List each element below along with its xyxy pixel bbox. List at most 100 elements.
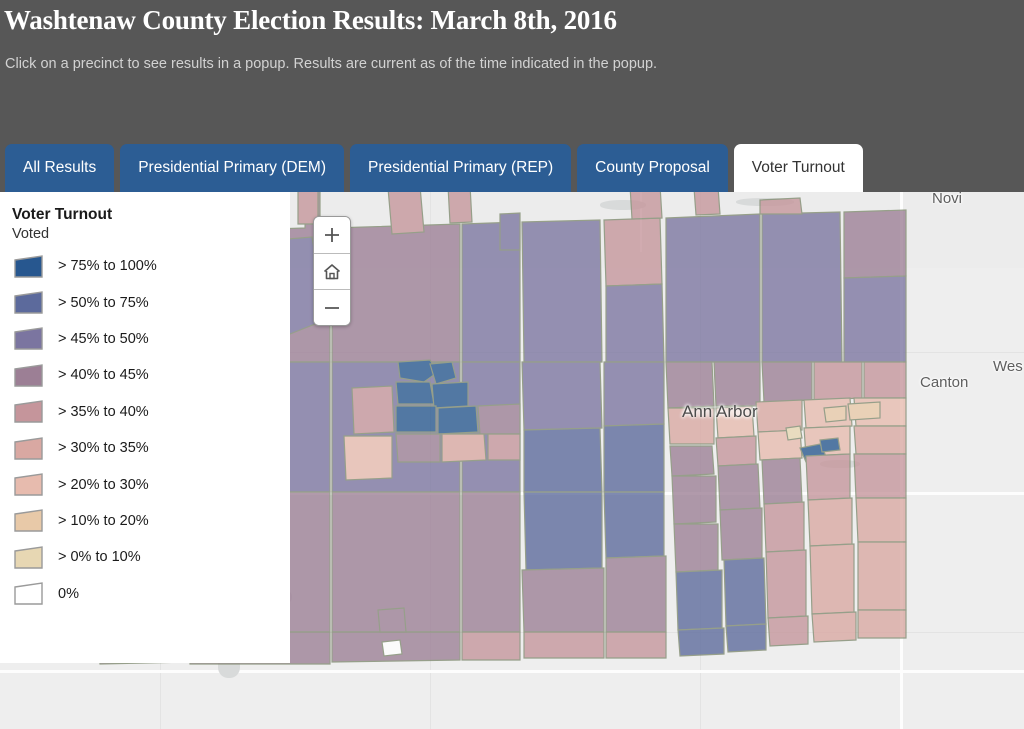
- precinct-polygon: [437, 405, 479, 435]
- precinct-polygon: [431, 381, 469, 409]
- precinct-polygon: [605, 555, 667, 633]
- precinct-polygon: [477, 403, 521, 435]
- tab-bar[interactable]: All Results Presidential Primary (DEM) Pre…: [0, 144, 863, 192]
- precinct-polygon: [523, 491, 603, 571]
- page-title: Washtenaw County Election Results: March…: [4, 5, 617, 35]
- precinct-polygon: [523, 631, 605, 659]
- precinct-polygon: [863, 361, 907, 399]
- precinct-polygon: [717, 463, 761, 511]
- precinct-polygon: [785, 425, 803, 441]
- precinct-polygon: [603, 217, 663, 287]
- precinct-polygon: [605, 283, 665, 363]
- precinct-polygon: [761, 457, 803, 505]
- legend-swatch-icon: [14, 582, 46, 605]
- legend-item-label: > 30% to 35%: [58, 440, 149, 457]
- precinct-polygon: [603, 491, 665, 559]
- precinct-polygon: [767, 615, 809, 647]
- legend-swatch-icon: [14, 473, 46, 496]
- legend-item: > 35% to 40%: [10, 394, 290, 430]
- precinct-polygon: [343, 435, 393, 481]
- precinct-polygon: [461, 491, 521, 633]
- precinct-polygon: [629, 192, 663, 220]
- legend-item-label: > 40% to 45%: [58, 367, 149, 384]
- precinct-polygon: [823, 405, 847, 423]
- legend-swatch-icon: [14, 546, 46, 569]
- map-zoom-controls[interactable]: [313, 216, 351, 326]
- legend-panel: Voter Turnout Voted > 75% to 100% > 50% t…: [0, 192, 290, 663]
- precinct-polygon: [853, 453, 907, 499]
- place-label-ann-arbor: Ann Arbor: [682, 402, 758, 421]
- precinct-polygon: [857, 541, 907, 611]
- precinct-polygon: [853, 425, 907, 455]
- precinct-polygon: [671, 475, 717, 525]
- legend-title: Voter Turnout: [12, 206, 113, 223]
- precinct-polygon: [675, 569, 723, 631]
- home-button[interactable]: [314, 253, 350, 289]
- tab-voter-turnout[interactable]: Voter Turnout: [733, 144, 863, 192]
- precinct-polygon: [763, 501, 805, 553]
- legend-item: > 40% to 45%: [10, 357, 290, 393]
- legend-subtitle: Voted: [12, 226, 50, 242]
- precinct-polygon: [441, 433, 487, 463]
- tab-all-results[interactable]: All Results: [5, 144, 115, 192]
- place-label-novi: Novi: [932, 192, 963, 207]
- precinct-polygon: [381, 639, 403, 657]
- precinct-polygon: [761, 211, 843, 363]
- precinct-polygon: [843, 275, 907, 363]
- tab-presidential-primary-rep[interactable]: Presidential Primary (REP): [349, 144, 572, 192]
- legend-swatch-icon: [14, 509, 46, 533]
- legend-swatch-icon: [14, 364, 46, 387]
- precinct-polygon: [521, 361, 603, 431]
- precinct-polygon: [693, 192, 721, 216]
- election-results-app: Ann Arbor Novi Canton Wes Voter Turnout …: [0, 0, 1024, 729]
- precinct-polygon: [395, 405, 437, 433]
- legend-item: > 75% to 100%: [10, 248, 290, 284]
- legend-item: > 20% to 30%: [10, 466, 290, 502]
- precinct-polygon: [523, 427, 603, 493]
- precinct-polygon: [809, 543, 855, 615]
- tab-presidential-primary-dem[interactable]: Presidential Primary (DEM): [120, 144, 344, 192]
- precinct-polygon: [395, 381, 435, 405]
- precinct-polygon: [813, 361, 863, 401]
- legend-item: > 0% to 10%: [10, 539, 290, 575]
- legend-swatch-icon: [14, 327, 46, 351]
- legend-item: 0%: [10, 576, 290, 612]
- precinct-polygon: [665, 213, 761, 363]
- precinct-polygon: [499, 212, 521, 251]
- precinct-polygon: [603, 361, 665, 427]
- precinct-polygon: [447, 192, 473, 224]
- zoom-in-button[interactable]: [314, 217, 350, 253]
- legend-item-label: 0%: [58, 585, 79, 602]
- tab-county-proposal[interactable]: County Proposal: [577, 144, 728, 192]
- place-label-canton: Canton: [920, 374, 969, 391]
- precinct-polygon: [847, 401, 881, 421]
- zoom-out-button[interactable]: [314, 289, 350, 325]
- legend-swatch-icon: [14, 254, 46, 278]
- precinct-polygon: [765, 549, 807, 619]
- precinct-polygon: [819, 437, 841, 453]
- home-icon: [323, 263, 341, 279]
- precinct-polygon: [521, 219, 603, 363]
- place-label-westland: Wes: [993, 358, 1023, 375]
- precinct-polygon: [521, 567, 605, 633]
- precinct-polygon: [807, 497, 853, 547]
- precinct-polygon: [487, 433, 521, 461]
- legend-item: > 10% to 20%: [10, 503, 290, 539]
- precinct-polygon: [377, 607, 407, 633]
- legend-swatch-icon: [14, 400, 46, 423]
- precinct-polygon: [723, 557, 767, 627]
- precinct-polygon: [759, 197, 803, 215]
- precinct-polygon: [843, 209, 907, 279]
- legend-item-label: > 0% to 10%: [58, 549, 141, 566]
- minus-icon: [325, 306, 339, 309]
- precinct-polygon: [805, 453, 851, 501]
- precinct-polygon: [669, 445, 715, 477]
- legend-item-label: > 35% to 40%: [58, 403, 149, 420]
- precinct-polygon: [673, 523, 719, 573]
- page-subtitle: Click on a precinct to see results in a …: [5, 56, 658, 72]
- precinct-polygon: [725, 623, 767, 653]
- precinct-polygon: [855, 497, 907, 543]
- legend-item-label: > 50% to 75%: [58, 294, 149, 311]
- legend-item: > 30% to 35%: [10, 430, 290, 466]
- legend-swatch-icon: [14, 436, 46, 460]
